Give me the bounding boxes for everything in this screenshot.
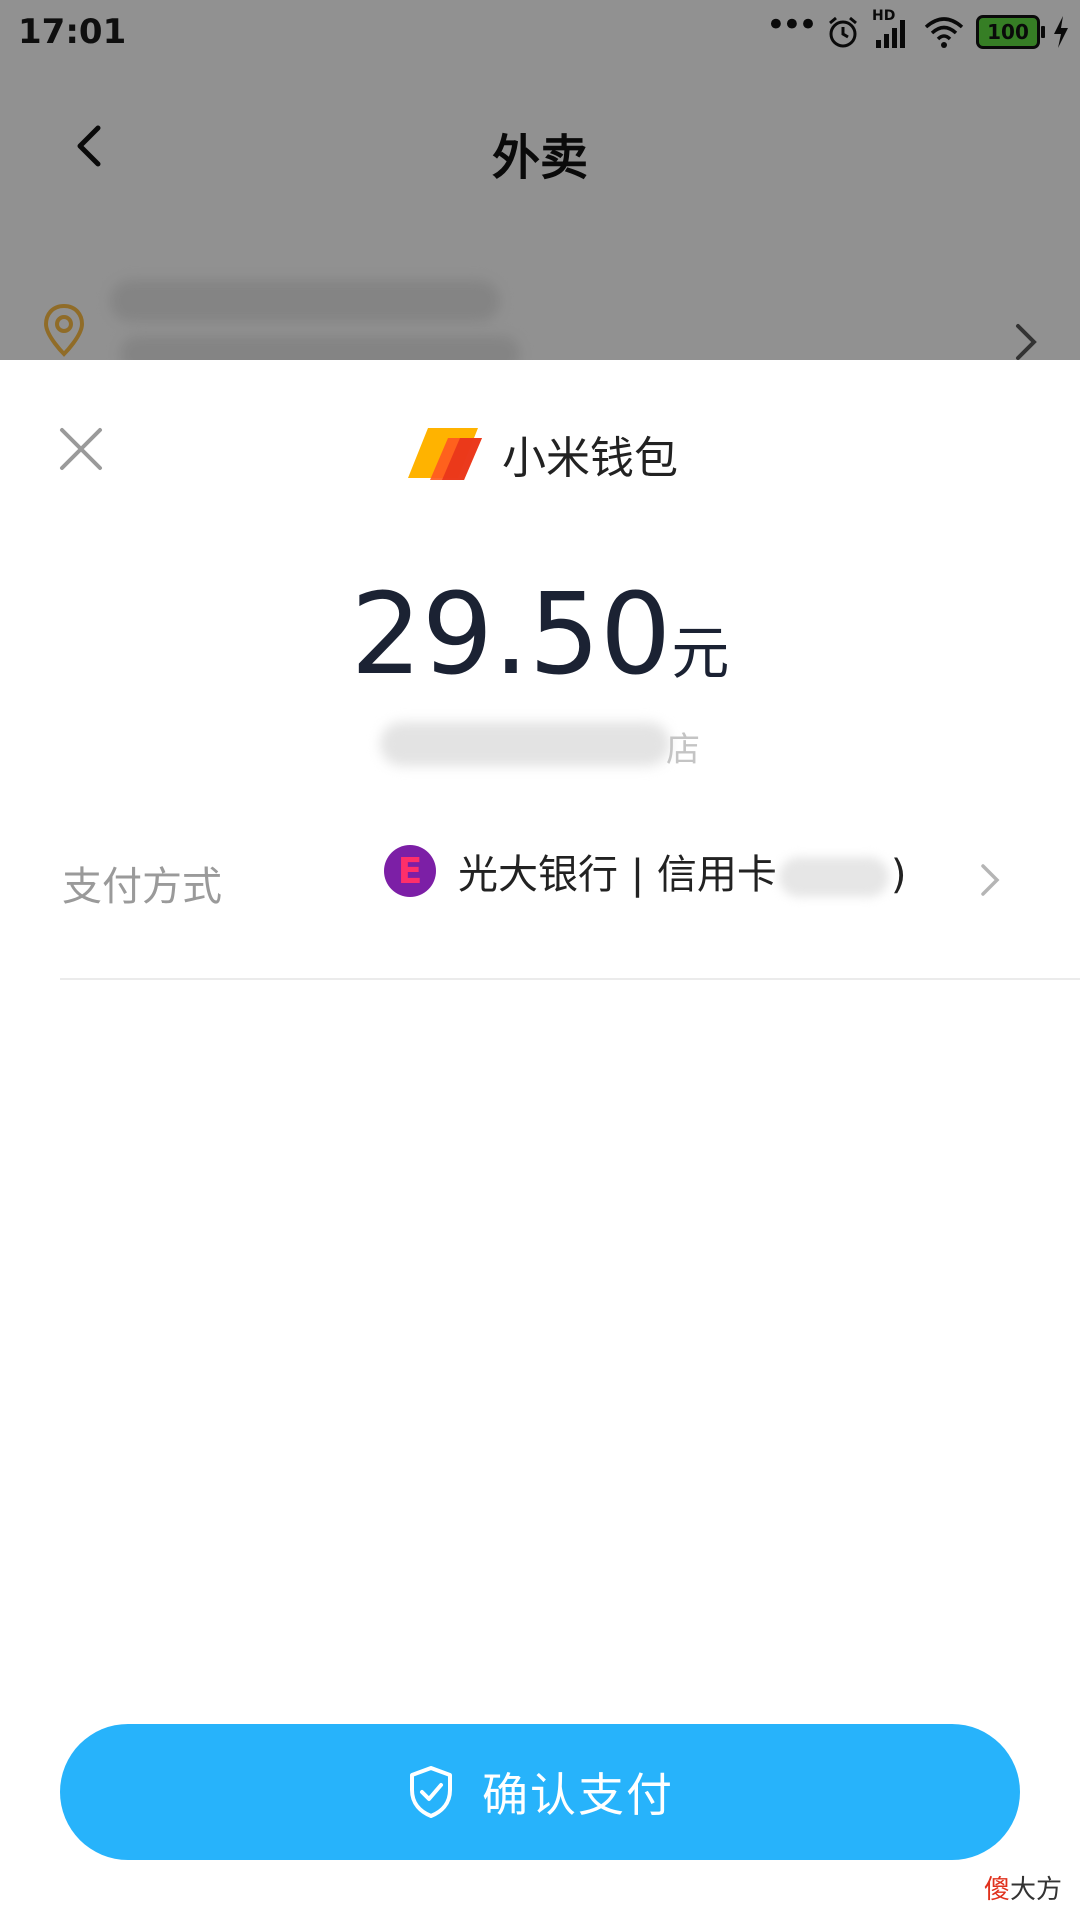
amount-unit: 元 (671, 619, 730, 687)
wallet-name: 小米钱包 (502, 433, 678, 484)
payment-sheet: 小米钱包 29.50元 店 支付方式 E 光大银行 | 信用卡) 确认支付 傻大… (0, 360, 1080, 1920)
selected-payment-method[interactable]: E 光大银行 | 信用卡) (384, 842, 907, 900)
card-suffix: ) (890, 852, 907, 898)
redacted-card-number (778, 857, 889, 897)
payment-amount: 29.50元 (0, 570, 1080, 700)
chevron-right-icon[interactable] (978, 860, 1002, 900)
amount-value: 29.50 (350, 570, 672, 700)
wallet-header: 小米钱包 (0, 422, 1080, 486)
redacted-merchant (380, 722, 670, 766)
bank-card-name: 光大银行 | 信用卡 (458, 852, 777, 898)
merchant-name: 店 (380, 718, 700, 770)
watermark-rest: 大方 (1009, 1875, 1062, 1905)
divider (60, 978, 1080, 980)
modal-overlay[interactable] (0, 0, 1080, 360)
merchant-suffix: 店 (666, 730, 700, 770)
watermark-prefix: 傻 (983, 1875, 1010, 1905)
background-app: 17:01 ••• HD 100 外卖 (0, 0, 1080, 372)
bank-logo-icon: E (384, 845, 436, 897)
xiaomi-wallet-logo-icon (408, 428, 482, 480)
confirm-payment-button[interactable]: 确认支付 (60, 1724, 1020, 1860)
watermark: 傻大方 (984, 1869, 1062, 1906)
payment-method-text: 光大银行 | 信用卡) (458, 842, 907, 900)
shield-check-icon (410, 1766, 452, 1818)
payment-method-label: 支付方式 (62, 864, 222, 910)
payment-method-row[interactable]: 支付方式 E 光大银行 | 信用卡) (0, 820, 1080, 940)
confirm-payment-label: 确认支付 (482, 1768, 674, 1822)
